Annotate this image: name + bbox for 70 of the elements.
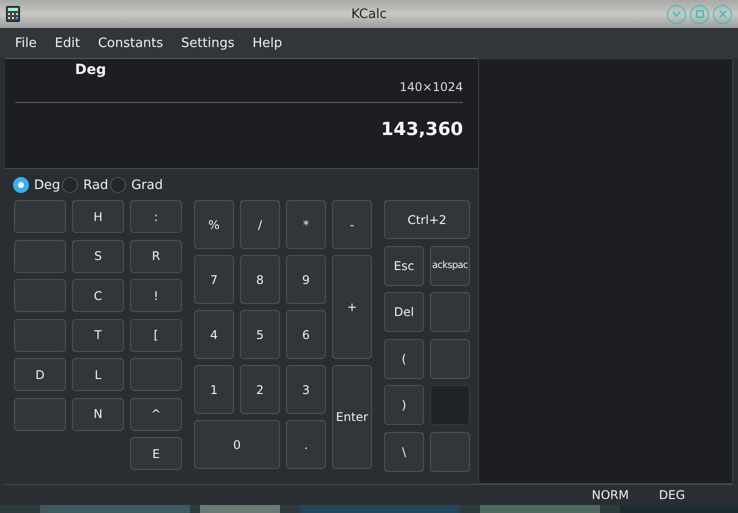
edit-key[interactable]: ) xyxy=(384,385,424,425)
angle-mode-label: Deg xyxy=(75,62,108,78)
numpad-key[interactable]: 5 xyxy=(240,310,280,359)
function-key[interactable]: D xyxy=(14,358,66,391)
function-key[interactable]: [ xyxy=(130,318,182,352)
function-key[interactable] xyxy=(14,200,66,233)
close-button[interactable] xyxy=(713,4,732,24)
numpad-key[interactable]: * xyxy=(286,200,326,249)
menu-item[interactable]: Constants xyxy=(88,36,172,50)
radio-label: Deg xyxy=(34,178,60,192)
status-text: NORM xyxy=(592,488,629,502)
numpad-key[interactable]: 7 xyxy=(194,255,234,304)
menu-item[interactable]: Help xyxy=(244,36,292,50)
function-key[interactable]: T xyxy=(72,318,124,352)
function-key[interactable] xyxy=(14,279,66,312)
result-value: 143,360 xyxy=(381,119,463,140)
numpad-key[interactable]: 9 xyxy=(286,255,326,304)
numpad-key[interactable]: 6 xyxy=(286,310,326,359)
radio-button[interactable] xyxy=(110,177,126,193)
edit-key[interactable]: Del xyxy=(384,292,424,332)
edit-key[interactable]: ackspac xyxy=(430,246,470,286)
function-key[interactable] xyxy=(14,240,66,272)
edit-key[interactable]: \ xyxy=(384,432,424,472)
window-title: KCalc xyxy=(351,6,387,22)
edit-key[interactable] xyxy=(430,432,470,472)
menu-item[interactable]: Settings xyxy=(172,36,244,50)
numpad-key[interactable]: 2 xyxy=(240,365,280,414)
function-key[interactable]: R xyxy=(130,240,182,272)
minimize-button[interactable] xyxy=(667,4,686,24)
numpad-key[interactable]: 4 xyxy=(194,310,234,359)
radio-label: Grad xyxy=(131,178,163,192)
function-key[interactable]: S xyxy=(72,240,124,272)
numpad-key[interactable]: 3 xyxy=(286,365,326,414)
numpad-key[interactable]: 8 xyxy=(240,255,280,304)
function-key[interactable] xyxy=(130,358,182,391)
numpad-key[interactable]: 1 xyxy=(194,365,234,414)
square-icon xyxy=(696,10,704,18)
numpad-key[interactable]: Enter xyxy=(332,365,372,469)
numpad-key[interactable]: % xyxy=(194,200,234,249)
function-key[interactable]: L xyxy=(72,358,124,391)
menu-item[interactable]: Edit xyxy=(46,36,89,50)
close-icon xyxy=(718,10,726,18)
function-key[interactable]: : xyxy=(130,200,182,233)
function-key[interactable]: E xyxy=(130,437,182,470)
function-key[interactable] xyxy=(14,398,66,430)
calculator-icon xyxy=(6,6,20,22)
edit-key[interactable]: ( xyxy=(384,338,424,378)
maximize-button[interactable] xyxy=(690,4,709,24)
radio-label: Rad xyxy=(83,178,108,192)
edit-key[interactable] xyxy=(430,292,470,332)
status-text: DEG xyxy=(658,488,685,502)
numpad-key[interactable]: . xyxy=(286,420,326,469)
numpad-key[interactable]: - xyxy=(332,200,372,249)
function-key[interactable]: C xyxy=(72,279,124,312)
edit-key[interactable]: Esc xyxy=(384,246,424,286)
function-key[interactable]: ^ xyxy=(130,398,182,430)
numpad-key[interactable]: / xyxy=(240,200,280,249)
function-key[interactable]: H xyxy=(72,200,124,233)
function-key[interactable] xyxy=(14,318,66,352)
edit-key[interactable]: Ctrl+2 xyxy=(384,200,470,239)
function-key[interactable]: ! xyxy=(130,279,182,312)
numpad-key[interactable]: + xyxy=(332,255,372,359)
menu-item[interactable]: File xyxy=(6,36,46,50)
chevron-down-icon xyxy=(672,11,681,17)
radio-button[interactable] xyxy=(62,177,78,193)
radio-button[interactable] xyxy=(13,177,29,193)
function-key[interactable]: N xyxy=(72,398,124,430)
history-text: 140×1024 xyxy=(400,80,463,94)
numpad-key[interactable]: 0 xyxy=(194,420,280,469)
edit-key[interactable] xyxy=(430,338,470,378)
